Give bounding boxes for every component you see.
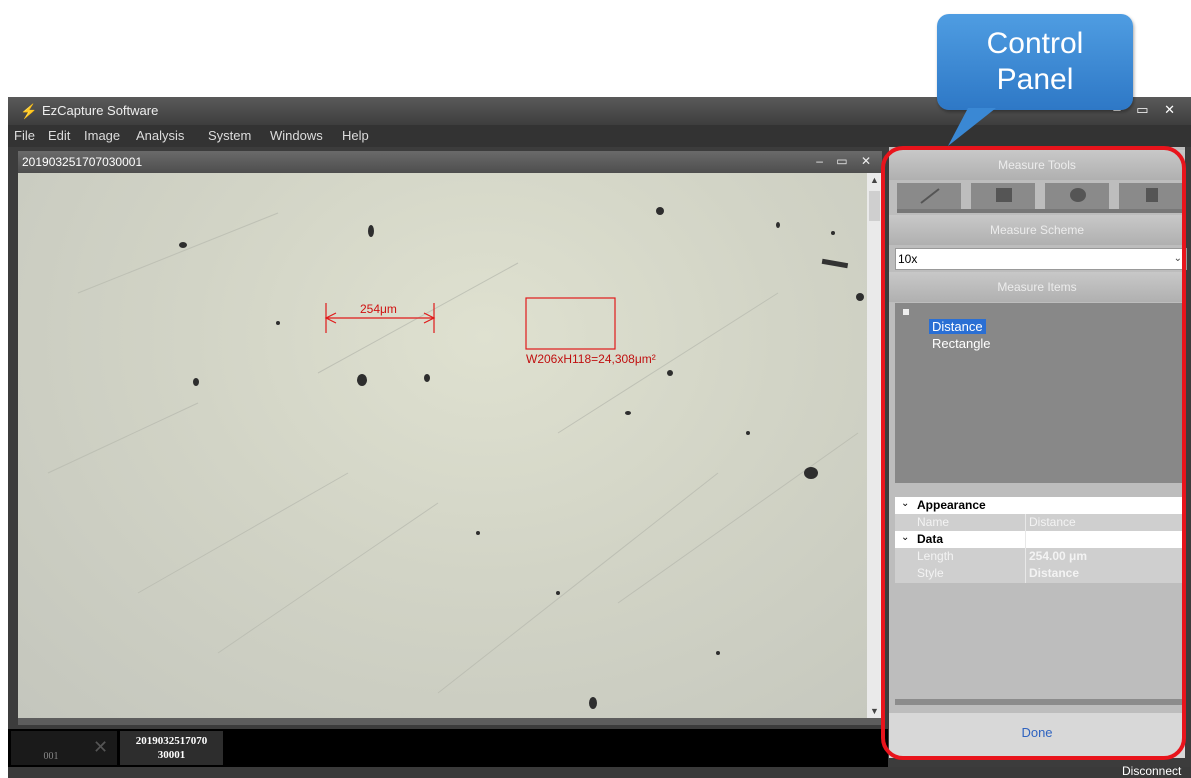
divider xyxy=(897,209,1183,213)
scroll-thumb[interactable] xyxy=(869,191,880,221)
measure-tools-header: Measure Tools xyxy=(889,150,1185,180)
control-panel-callout: Control Panel xyxy=(937,14,1133,110)
chevron-down-icon: ⌄ xyxy=(901,498,910,509)
measure-tool-row xyxy=(897,183,1183,211)
chevron-down-icon: ⌄ xyxy=(1173,253,1182,264)
thumbnail-2-label-line1: 2019032517070 xyxy=(135,735,208,747)
image-window-controls[interactable]: – ▭ ✕ xyxy=(816,154,876,168)
menu-windows[interactable]: Windows xyxy=(270,128,323,143)
close-thumbnail-icon[interactable]: ✕ xyxy=(93,737,108,758)
chevron-down-icon: ⌄ xyxy=(901,532,910,543)
control-panel: Measure Tools Measure Scheme 10x ⌄ Measu… xyxy=(889,147,1187,758)
image-vertical-scrollbar[interactable]: ▲ ▼ xyxy=(867,173,882,718)
menu-image[interactable]: Image xyxy=(84,128,120,143)
thumbnail-2[interactable]: 2019032517070 30001 xyxy=(120,731,223,765)
measure-items-tree: Distance Rectangle xyxy=(895,303,1185,483)
menu-edit[interactable]: Edit xyxy=(48,128,70,143)
done-button[interactable]: Done xyxy=(889,713,1185,758)
ellipse-tool-button[interactable] xyxy=(1045,183,1109,209)
line-tool-button[interactable] xyxy=(897,183,961,209)
property-column-divider xyxy=(1025,514,1026,583)
menu-help[interactable]: Help xyxy=(342,128,369,143)
menu-file[interactable]: File xyxy=(14,128,35,143)
lock-tool-button[interactable] xyxy=(1119,183,1183,209)
image-overlay: 254μm W206xH118=24,308μm² xyxy=(47,207,864,709)
appearance-group[interactable]: ⌄ Appearance xyxy=(895,497,1185,514)
app-title: EzCapture Software xyxy=(42,103,159,118)
data-group[interactable]: ⌄ Data xyxy=(895,531,1185,548)
connection-status: Disconnect xyxy=(1122,764,1182,778)
divider xyxy=(895,699,1185,705)
thumbnail-1-label: 001 xyxy=(43,751,59,762)
callout-pointer xyxy=(948,108,996,146)
distance-annotation-label: 254μm xyxy=(360,302,397,316)
scroll-up-icon[interactable]: ▲ xyxy=(870,175,879,185)
length-property-row[interactable]: Length 254.00 μm xyxy=(895,548,1185,565)
thumbnail-1[interactable]: 001 ✕ xyxy=(11,731,117,765)
rectangle-annotation-label: W206xH118=24,308μm² xyxy=(526,352,656,366)
thumbnail-2-label-line2: 30001 xyxy=(157,749,186,761)
app-logo-icon: ⚡ xyxy=(20,103,38,119)
rectangle-tool-button[interactable] xyxy=(971,183,1035,209)
image-window-caption: 201903251707030001 – ▭ ✕ xyxy=(18,151,882,173)
measure-items-header: Measure Items xyxy=(889,272,1185,302)
measure-scheme-header: Measure Scheme xyxy=(889,215,1185,245)
name-property-value: Distance xyxy=(1029,515,1076,529)
collapse-icon[interactable] xyxy=(903,309,909,315)
thumbnail-strip: 001 ✕ 2019032517070 30001 xyxy=(8,729,888,767)
microscope-image[interactable]: 254μm W206xH118=24,308μm² xyxy=(18,173,867,718)
line-tool-icon xyxy=(920,188,940,204)
scroll-down-icon[interactable]: ▼ xyxy=(870,706,879,716)
rectangle-tool-icon xyxy=(996,188,1012,202)
style-property-key: Style xyxy=(917,566,944,580)
style-property-value: Distance xyxy=(1029,566,1080,580)
property-grid: ⌄ Appearance Name Distance ⌄ Data Length… xyxy=(895,497,1185,583)
name-property-key: Name xyxy=(917,515,950,529)
data-group-label: Data xyxy=(917,532,944,546)
name-property-row[interactable]: Name Distance xyxy=(895,514,1185,531)
callout-line-2: Panel xyxy=(996,63,1074,96)
length-property-key: Length xyxy=(917,549,954,563)
menu-system[interactable]: System xyxy=(208,128,251,143)
image-window-title: 201903251707030001 xyxy=(22,155,143,169)
length-property-value: 254.00 μm xyxy=(1029,549,1088,563)
measure-scheme-value: 10x xyxy=(898,252,918,266)
lock-tool-icon xyxy=(1146,188,1158,202)
status-bar xyxy=(8,767,1191,778)
callout-line-1: Control xyxy=(986,27,1084,60)
menu-analysis[interactable]: Analysis xyxy=(136,128,184,143)
ellipse-tool-icon xyxy=(1070,188,1086,202)
measure-item-distance[interactable]: Distance xyxy=(929,319,986,334)
measure-scheme-select[interactable]: 10x ⌄ xyxy=(895,248,1187,270)
measure-item-rectangle[interactable]: Rectangle xyxy=(929,336,994,351)
menu-bar: File Edit Image Analysis System Windows … xyxy=(8,125,1191,147)
appearance-group-label: Appearance xyxy=(917,498,986,512)
style-property-row[interactable]: Style Distance xyxy=(895,565,1185,582)
